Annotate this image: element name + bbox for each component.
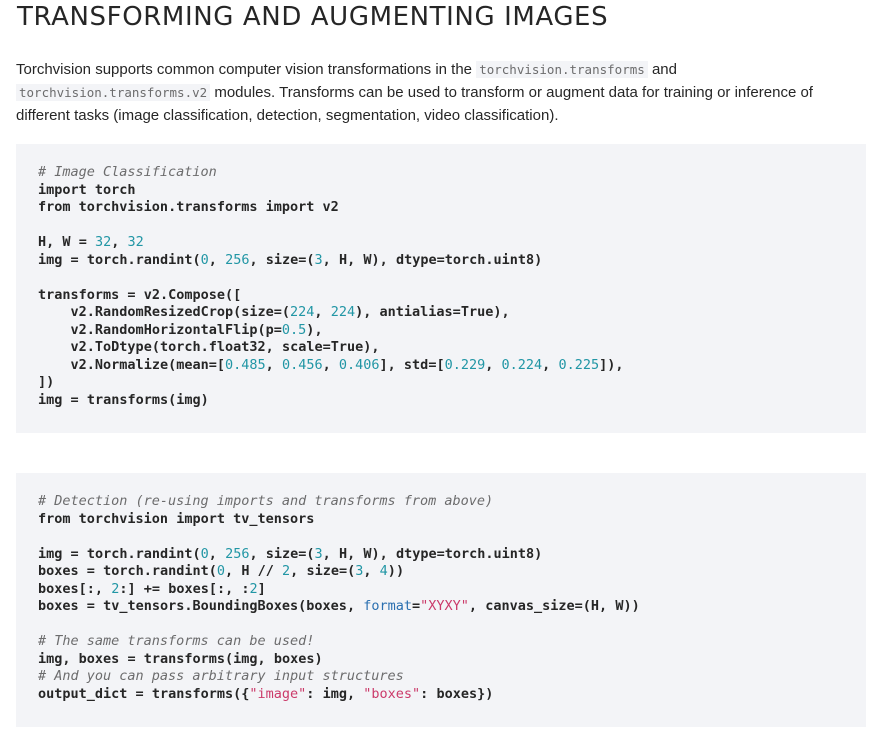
intro-text-2: and — [647, 61, 677, 78]
code-block-detection[interactable]: # Detection (re-using imports and transf… — [16, 473, 866, 727]
code-content: # Detection (re-using imports and transf… — [38, 493, 640, 702]
inline-code-transforms-v2[interactable]: torchvision.transforms.v2 — [16, 84, 211, 101]
inline-code-transforms[interactable]: torchvision.transforms — [476, 61, 648, 78]
page-title: TRANSFORMING AND AUGMENTING IMAGES — [17, 2, 609, 32]
intro-paragraph: Torchvision supports common computer vis… — [16, 58, 866, 127]
code-block-image-classification[interactable]: # Image Classification import torch from… — [16, 144, 866, 433]
code-content: # Image Classification import torch from… — [38, 164, 624, 408]
intro-text-1: Torchvision supports common computer vis… — [16, 61, 477, 78]
